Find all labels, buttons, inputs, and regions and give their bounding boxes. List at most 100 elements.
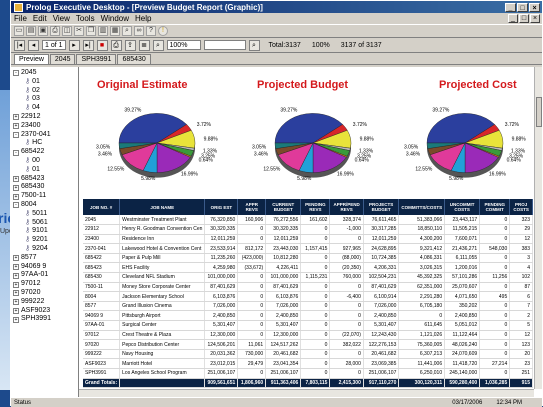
expand-icon[interactable]: +	[13, 263, 19, 270]
collapse-icon[interactable]: -	[13, 70, 19, 77]
first-page-button[interactable]: |◂	[14, 39, 25, 51]
collapse-icon[interactable]: -	[13, 149, 19, 156]
expand-icon[interactable]: +	[13, 281, 19, 288]
expand-icon[interactable]: +	[13, 272, 19, 279]
column-header[interactable]: PROJECTS BUDGET	[363, 199, 400, 215]
group-tree-icon[interactable]: ≣	[138, 39, 150, 51]
menu-view[interactable]: View	[53, 14, 70, 23]
info-icon[interactable]: !	[158, 26, 168, 36]
tree-item-8577[interactable]: +8577	[13, 254, 78, 263]
tree-item-01[interactable]: ⚷ 01	[13, 78, 78, 87]
table-row[interactable]: SPH3991 Los Angeles School Program 251,006…	[83, 368, 533, 379]
expand-icon[interactable]: +	[13, 193, 19, 200]
table-row[interactable]: 22912 Henry R. Goodman Convention Cen 30,3…	[83, 224, 533, 235]
menu-tools[interactable]: Tools	[76, 14, 95, 23]
doc-minimize-button[interactable]: _	[508, 14, 518, 23]
expand-icon[interactable]: +	[13, 114, 19, 121]
table-row[interactable]: 8577 Grand Illusion Cinema 7,026,000 0 7,026…	[83, 301, 533, 312]
tree-item-97020[interactable]: +97020	[13, 289, 78, 298]
tree-item-04[interactable]: ⚷ 04	[13, 104, 78, 113]
menu-window[interactable]: Window	[101, 14, 129, 23]
last-page-button[interactable]: ▸|	[82, 39, 94, 51]
tree-item-97aa-01[interactable]: +97AA-01	[13, 271, 78, 280]
column-header[interactable]: CURRENT BUDGET	[265, 199, 302, 215]
help-icon[interactable]: ?	[146, 26, 156, 36]
expand-icon[interactable]: +	[13, 123, 19, 130]
tab-2045[interactable]: 2045	[49, 54, 76, 64]
expand-icon[interactable]: +	[13, 316, 19, 323]
column-header[interactable]: JOB NO. #	[83, 199, 121, 215]
menu-edit[interactable]: Edit	[33, 14, 47, 23]
expand-icon[interactable]: +	[13, 307, 19, 314]
expand-icon[interactable]: +	[13, 255, 19, 262]
column-header[interactable]: JOB NAME	[119, 199, 206, 215]
menu-help[interactable]: Help	[135, 14, 151, 23]
doc-close-button[interactable]: ×	[530, 14, 540, 23]
cut-icon[interactable]: ✂	[74, 26, 84, 36]
table-row[interactable]: 94069 9 Pittsburgh Airport 2,400,850 0 2,400…	[83, 310, 533, 322]
table-row[interactable]: 685423 EHS Facility 4,259,980 (33,672) 4,226…	[83, 262, 533, 274]
title-bar[interactable]: Prolog Executive Desktop - [Preview Budg…	[11, 1, 542, 13]
doc-restore-button[interactable]: □	[519, 14, 529, 23]
tab-685430[interactable]: 685430	[117, 54, 151, 64]
table-row[interactable]: 23400 Residence Inn 12,011,259 0 12,011,259 0…	[83, 234, 533, 245]
tree-item-685422[interactable]: -685422	[13, 148, 78, 157]
open-icon[interactable]: ▤	[26, 26, 36, 36]
copy-icon[interactable]: ❐	[86, 26, 96, 36]
table-row[interactable]: ASF9023 Marriott Hotel 23,012,015 29,479 23,…	[83, 358, 533, 369]
stop-icon[interactable]: ■	[96, 39, 108, 51]
vertical-scrollbar[interactable]	[534, 67, 542, 389]
tree-item-9201[interactable]: ⚷ 9201	[13, 236, 78, 245]
prev-page-button[interactable]: ◂	[28, 39, 39, 51]
collapse-icon[interactable]: -	[13, 131, 19, 138]
save-icon[interactable]: ▣	[38, 26, 48, 36]
column-header[interactable]: PROJ COSTS	[509, 199, 533, 215]
tree-item-685423[interactable]: +685423	[13, 175, 78, 184]
table-row[interactable]: 97AA-01 Surgical Center 5,301,407 0 5,301,40…	[83, 320, 533, 331]
table-row[interactable]: 2045 Westminster Treatment Plant 76,320,85…	[83, 215, 533, 226]
tree-item-7500-11[interactable]: +7500-11	[13, 192, 78, 201]
chart-icon[interactable]: ▦	[110, 26, 120, 36]
tree-item-sph3991[interactable]: + SPH3991	[13, 315, 78, 324]
tree-item-9101[interactable]: ⚷ 9101	[13, 227, 78, 236]
tree-item-2370-041[interactable]: -2370-041	[13, 131, 78, 140]
tree-item-8004[interactable]: -8004	[13, 201, 78, 210]
scroll-thumb[interactable]	[536, 97, 542, 127]
column-header[interactable]: COMMITTS/COSTS	[398, 199, 446, 215]
tree-item-5011[interactable]: ⚷ 5011	[13, 210, 78, 219]
tree-item-hc[interactable]: ⚷ HC	[13, 139, 78, 148]
zoom-select[interactable]: 100%	[166, 40, 201, 50]
column-header[interactable]: APPR REVS	[237, 199, 267, 215]
tree-item-5061[interactable]: ⚷ 5061	[13, 219, 78, 228]
tree-item-02[interactable]: ⚷ 02	[13, 87, 78, 96]
preview-icon[interactable]: ◫	[62, 26, 72, 36]
binoculars-icon[interactable]: ∞	[134, 26, 144, 36]
tree-item-685430[interactable]: +685430	[13, 183, 78, 192]
export-icon[interactable]: ⇪	[124, 39, 136, 51]
tree-item-01[interactable]: ⚷ 01	[13, 166, 78, 175]
print-icon[interactable]: ⎙	[50, 26, 60, 36]
paste-icon[interactable]: ▥	[98, 26, 108, 36]
expand-icon[interactable]: +	[13, 290, 19, 297]
print-report-icon[interactable]: ⎙	[110, 39, 122, 51]
table-row[interactable]: 2370-041 Lakewood Hotel & Convention Cent…	[83, 243, 533, 254]
tree-item-00[interactable]: ⚷ 00	[13, 157, 78, 166]
close-button[interactable]: ×	[529, 2, 540, 12]
tree-item-97012[interactable]: +97012	[13, 280, 78, 289]
table-row[interactable]: 999222 Navy Housing 20,031,362 730,000 20,46…	[83, 349, 533, 360]
tree-item-03[interactable]: ⚷ 03	[13, 95, 78, 104]
minimize-button[interactable]: _	[505, 2, 516, 12]
tab-preview[interactable]: Preview	[14, 54, 49, 64]
table-row[interactable]: 685430 Cleveland NFL Stadium 101,000,000 0 1…	[83, 272, 533, 283]
column-header[interactable]: APPR/PEND REVS	[329, 199, 364, 215]
tree-item-2045[interactable]: -2045	[13, 69, 78, 78]
table-row[interactable]: 97020 Pepco Distribution Center 124,506,20…	[83, 339, 533, 350]
zoom-icon[interactable]: ⌕	[152, 39, 164, 51]
next-page-button[interactable]: ▸	[68, 39, 80, 51]
column-header[interactable]: UNCOMMIT COSTS	[444, 199, 481, 215]
table-row[interactable]: 685422 Paper & Pulp Mill 11,235,260 (423,00…	[83, 253, 533, 264]
menu-file[interactable]: File	[14, 14, 27, 23]
tree-item-999222[interactable]: +999222	[13, 298, 78, 307]
expand-icon[interactable]: +	[13, 184, 19, 191]
table-row[interactable]: 7500-11 Money Store Corporate Center 87,40…	[83, 282, 533, 293]
